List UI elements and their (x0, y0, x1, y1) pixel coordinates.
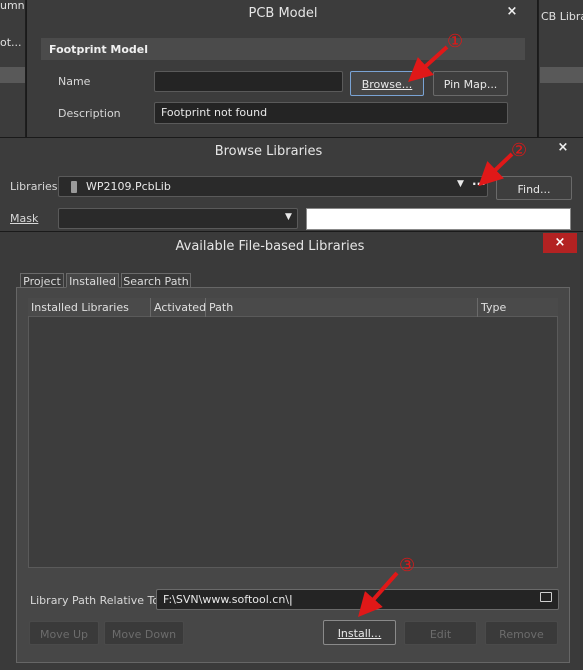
browse-button-label: Browse... (361, 78, 413, 91)
mask-dropdown[interactable]: ▼ (58, 208, 298, 229)
close-icon[interactable]: × (501, 4, 523, 20)
close-icon[interactable]: × (543, 233, 577, 253)
annotation-marker-1: ① (447, 31, 464, 52)
chevron-down-icon[interactable]: ▼ (457, 179, 464, 189)
text-cursor: | (289, 593, 293, 606)
pin-map-button-label: Pin Map... (443, 78, 498, 91)
remove-button[interactable]: Remove (485, 621, 558, 645)
tab-search-path[interactable]: Search Path (121, 273, 191, 288)
edit-button-label: Edit (429, 628, 452, 641)
panel-title: Browse Libraries (214, 144, 323, 159)
mask-label: Mask (10, 212, 38, 225)
background-text-top: umn (0, 0, 25, 12)
installed-libraries-table[interactable] (28, 298, 558, 568)
mask-label-text: Mask (10, 212, 39, 225)
column-header-activated[interactable]: Activated (151, 298, 206, 317)
libraries-label: Libraries (10, 180, 58, 193)
dialog-title: Available File-based Libraries (175, 239, 365, 254)
background-window-left: umn ot... (0, 0, 26, 137)
tab-project[interactable]: Project (20, 273, 64, 288)
background-text-right: CB Libra (541, 10, 583, 23)
dialog-title: PCB Model (248, 6, 318, 21)
pin-map-button[interactable]: Pin Map... (433, 71, 508, 96)
description-field[interactable]: Footprint not found (154, 102, 508, 124)
background-text-mid: ot... (0, 36, 22, 49)
background-selection-band-right (540, 67, 583, 83)
relative-path-field[interactable]: F:\SVN\www.softool.cn\| (156, 589, 559, 610)
annotation-marker-2: ② (511, 140, 528, 161)
library-selected: WP2109.PcbLib (86, 180, 171, 193)
column-header-type[interactable]: Type (478, 298, 558, 317)
more-options-button[interactable]: ··· (472, 177, 486, 191)
library-file-icon (71, 181, 77, 193)
folder-open-icon[interactable] (540, 592, 552, 602)
name-label: Name (58, 75, 91, 88)
name-field[interactable] (154, 71, 343, 92)
find-button[interactable]: Find... (496, 176, 572, 200)
close-icon[interactable]: × (552, 140, 574, 156)
annotation-marker-3: ③ (399, 555, 416, 576)
relative-path-label: Library Path Relative To: (30, 594, 163, 607)
description-label: Description (58, 107, 121, 120)
remove-button-label: Remove (499, 628, 544, 641)
relative-path-value: F:\SVN\www.softool.cn\ (163, 593, 289, 606)
install-button[interactable]: Install... (323, 620, 396, 645)
background-selection-band (0, 67, 25, 83)
move-up-button[interactable]: Move Up (29, 621, 99, 645)
edit-button[interactable]: Edit (404, 621, 477, 645)
browse-libraries-panel: Browse Libraries × Libraries WP2109.PcbL… (0, 137, 583, 233)
pcb-model-dialog: PCB Model × Footprint Model Name Browse.… (26, 0, 538, 137)
find-button-label: Find... (517, 183, 551, 196)
move-down-button[interactable]: Move Down (104, 621, 184, 645)
tab-installed[interactable]: Installed (66, 273, 119, 288)
column-header-installed-libraries[interactable]: Installed Libraries (28, 298, 151, 317)
install-button-label: Install... (337, 627, 382, 640)
column-header-path[interactable]: Path (206, 298, 478, 317)
table-header: Installed Libraries Activated Path Type (28, 298, 558, 317)
libraries-dropdown[interactable]: WP2109.PcbLib ▼ ··· (58, 176, 488, 197)
move-up-button-label: Move Up (39, 628, 89, 641)
background-window-right: CB Libra (538, 0, 583, 137)
search-input[interactable] (306, 208, 571, 230)
chevron-down-icon[interactable]: ▼ (285, 212, 292, 222)
browse-button[interactable]: Browse... (350, 71, 424, 96)
move-down-button-label: Move Down (111, 628, 177, 641)
